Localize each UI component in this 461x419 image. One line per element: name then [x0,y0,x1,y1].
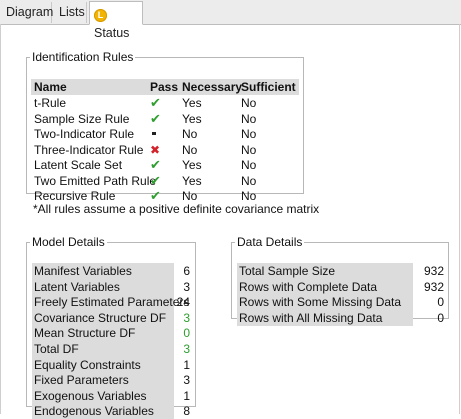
sufficient-value: No [241,111,257,126]
model-detail-value: 6 [183,264,190,278]
table-row: t-Rule ✔ Yes No [31,95,299,111]
model-details-title: Model Details [32,235,105,249]
data-detail-label: Rows with All Missing Data [237,309,413,326]
identification-rules-title: Identification Rules [32,50,134,64]
data-detail-label: Rows with Complete Data [237,278,413,295]
check-icon: ✔ [150,172,161,188]
sufficient-value: No [241,158,257,172]
dash-icon [152,132,156,135]
necessary-value: Yes [182,158,202,172]
pass-indicator: ✔ [150,173,170,189]
rule-name: t-Rule [34,96,67,110]
data-detail-value: 932 [423,264,444,278]
model-detail-label: Mean Structure DF [32,325,174,342]
necessary-value: Yes [182,173,202,188]
tab-diagram[interactable]: Diagram [0,2,54,23]
model-detail-value: 8 [183,404,190,419]
model-detail-label: Total DF [32,341,174,357]
tab-status[interactable]: LStatus [89,1,143,40]
model-detail-value: 0 [183,326,190,341]
tab-lists-label: Lists [59,5,85,19]
necessary-value: No [182,142,198,157]
data-detail-label: Rows with Some Missing Data [237,294,413,311]
sufficient-value: No [241,127,257,141]
sufficient-value: No [241,173,257,188]
header-name: Name [34,80,67,94]
table-row: Two-Indicator Rule No No [31,126,299,142]
tab-bar: Diagram Lists LStatus [0,0,461,40]
sufficient-value: No [241,142,257,157]
model-detail-value: 3 [183,373,190,388]
table-row: Sample Size Rule ✔ Yes No [31,111,299,127]
data-detail-value: 932 [423,279,444,294]
data-details-title: Data Details [237,235,303,249]
header-sufficient: Sufficient [241,80,296,94]
necessary-value: No [182,127,198,141]
cross-icon: ✖ [150,142,161,157]
header-pass: Pass [150,80,179,94]
table-row: Two Emitted Path Rule ✔ Yes No [31,173,299,189]
pass-indicator: ✔ [150,95,170,111]
data-detail-value: 0 [437,295,444,310]
pass-indicator [150,126,170,142]
table-header: Name Pass Necessary Sufficient [31,79,299,95]
identification-rules-group: Identification Rules Name Pass Necessary… [26,50,304,203]
check-icon: ✔ [150,95,161,110]
model-detail-label: Equality Constraints [32,356,174,373]
table-row: Three-Indicator Rule ✖ No No [31,142,299,158]
data-detail-label: Total Sample Size [237,263,413,279]
model-detail-value: 1 [183,357,190,372]
model-detail-label: Exogenous Variables [32,387,174,404]
model-detail-value: 24 [176,295,190,310]
model-detail-value: 3 [183,279,190,294]
pass-indicator: ✖ [150,142,170,158]
model-detail-label: Freely Estimated Parameters [32,294,190,311]
check-icon: ✔ [150,157,161,172]
pass-indicator: ✔ [150,157,170,173]
rules-footnote: *All rules assume a positive definite co… [33,202,320,216]
model-detail-label: Fixed Parameters [32,372,174,389]
rule-name: Two Emitted Path Rule [34,173,157,188]
rule-name: Three-Indicator Rule [34,142,144,157]
model-detail-value: 1 [183,388,190,403]
data-detail-value: 0 [437,310,444,325]
header-necessary: Necessary [182,80,243,94]
model-detail-value: 3 [183,310,190,325]
necessary-value: Yes [182,96,202,110]
rule-name: Latent Scale Set [34,158,123,172]
rule-name: Two-Indicator Rule [34,127,135,141]
tab-diagram-label: Diagram [6,5,54,19]
model-detail-label: Endogenous Variables [32,403,174,419]
status-icon: L [94,9,107,22]
model-detail-label: Covariance Structure DF [32,309,174,326]
check-icon: ✔ [150,110,161,126]
model-detail-label: Manifest Variables [32,263,174,279]
model-detail-label: Latent Variables [32,278,174,295]
table-row: Latent Scale Set ✔ Yes No [31,157,299,173]
tab-lists[interactable]: Lists [53,2,87,23]
sufficient-value: No [241,96,257,110]
pass-indicator: ✔ [150,111,170,127]
model-detail-value: 3 [183,342,190,356]
necessary-value: Yes [182,111,202,126]
rule-name: Sample Size Rule [34,111,130,126]
check-icon: ✔ [150,188,161,203]
data-details-group: Data Details Total Sample Size 932 Rows wi… [231,235,449,326]
model-details-group: Model Details Manifest Variables 6 Latent … [26,235,196,419]
